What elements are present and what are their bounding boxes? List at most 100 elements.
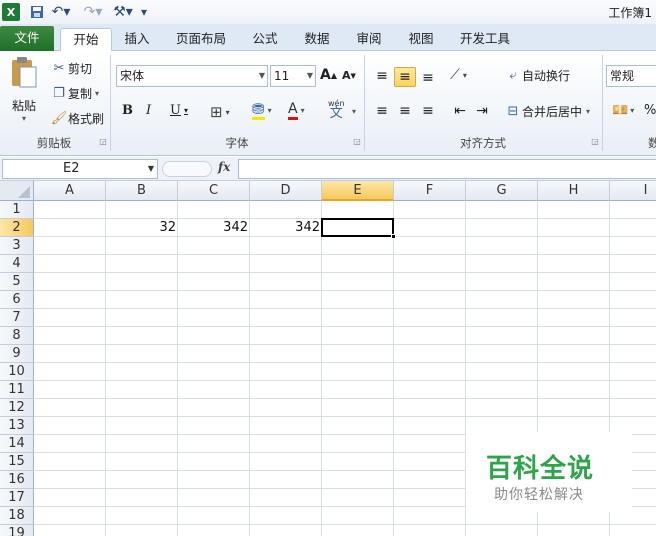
row-header[interactable]: 13	[0, 417, 34, 435]
wrap-text-button[interactable]: ⤶ 自动换行	[504, 67, 570, 84]
customize-qat-button[interactable]: ▾	[138, 3, 150, 21]
text-orientation-icon: ⟋	[450, 67, 460, 83]
phonetic-button[interactable]: wén 文	[328, 99, 345, 120]
select-all-button[interactable]	[0, 181, 34, 201]
tab-page-layout[interactable]: 页面布局	[170, 28, 232, 51]
gridline-horizontal	[34, 254, 656, 255]
column-header[interactable]: A	[34, 181, 106, 201]
column-header[interactable]: B	[106, 181, 178, 201]
alignment-launcher-icon[interactable]: ◲	[590, 137, 600, 147]
column-header[interactable]: H	[538, 181, 610, 201]
tab-view[interactable]: 视图	[402, 28, 440, 51]
tab-data[interactable]: 数据	[298, 28, 336, 51]
row-header[interactable]: 17	[0, 489, 34, 507]
row-header[interactable]: 12	[0, 399, 34, 417]
watermark-subtitle: 助你轻松解决	[494, 487, 584, 503]
orientation-button[interactable]: ⟋ ▾	[450, 67, 467, 83]
tab-home[interactable]: 开始	[60, 28, 112, 52]
row-header[interactable]: 9	[0, 345, 34, 363]
insert-function-button[interactable]: fx	[218, 160, 230, 174]
column-header[interactable]: E	[322, 181, 394, 201]
align-middle-icon[interactable]: ≡	[394, 67, 416, 87]
font-group-label: 字体	[225, 136, 249, 150]
gridline-horizontal	[34, 524, 656, 525]
font-size-dropdown-icon: ▼	[306, 71, 313, 80]
gridline-vertical	[105, 201, 106, 536]
tab-file[interactable]: 文件	[0, 26, 54, 51]
row-header[interactable]: 1	[0, 201, 34, 219]
tools-icon[interactable]: ⚒▾	[112, 3, 134, 21]
formula-input[interactable]	[238, 159, 656, 179]
row-header[interactable]: 11	[0, 381, 34, 399]
shrink-font-button[interactable]: A ▼	[342, 69, 356, 82]
row-header[interactable]: 5	[0, 273, 34, 291]
align-bottom-icon[interactable]: ≡	[418, 69, 438, 87]
row-header[interactable]: 8	[0, 327, 34, 345]
row-header[interactable]: 4	[0, 255, 34, 273]
align-left-icon[interactable]: ≡	[372, 103, 392, 119]
font-color-label: A	[288, 101, 298, 120]
format-painter-button[interactable]: 🖌 格式刷	[50, 109, 104, 127]
number-format-select[interactable]: 常规	[606, 65, 656, 87]
merge-center-button[interactable]: ⊟ 合并后居中 ▾	[504, 103, 590, 120]
underline-button[interactable]: U ▾	[170, 103, 188, 118]
tab-formulas[interactable]: 公式	[246, 28, 284, 51]
row-header[interactable]: 2	[0, 219, 34, 237]
tab-insert[interactable]: 插入	[118, 28, 156, 51]
formula-bar-splitter[interactable]	[162, 161, 212, 177]
copy-button[interactable]: ❐ 复制 ▾	[50, 84, 99, 102]
font-launcher-icon[interactable]: ◲	[352, 137, 362, 147]
font-color-button[interactable]: A ▾	[288, 101, 305, 120]
decrease-indent-icon[interactable]: ⇤	[450, 103, 470, 119]
accounting-format-button[interactable]: 💴 ▾	[612, 103, 634, 118]
grow-font-button[interactable]: A ▲	[320, 67, 337, 83]
font-name-select[interactable]: 宋体 ▼	[116, 65, 268, 87]
paste-button[interactable]: 粘贴 ▾	[6, 55, 42, 131]
redo-icon[interactable]: ↷▾	[82, 3, 104, 21]
number-format-value: 常规	[610, 69, 635, 83]
row-header[interactable]: 10	[0, 363, 34, 381]
underline-dropdown-icon: ▾	[183, 106, 188, 115]
wrap-text-icon: ⤶	[509, 68, 517, 83]
phonetic-dropdown-icon[interactable]: ▾	[352, 107, 356, 116]
column-header[interactable]: C	[178, 181, 250, 201]
tab-developer[interactable]: 开发工具	[454, 28, 516, 51]
column-header[interactable]: F	[394, 181, 466, 201]
tab-review[interactable]: 审阅	[350, 28, 388, 51]
row-header[interactable]: 19	[0, 525, 34, 536]
undo-icon[interactable]: ↶▾	[50, 3, 72, 21]
excel-logo-icon[interactable]: X	[2, 3, 20, 21]
fill-color-button[interactable]: ⛃ ▾	[252, 101, 272, 120]
name-box[interactable]: E2 ▼	[2, 159, 158, 179]
gridline-vertical	[321, 201, 322, 536]
increase-indent-icon[interactable]: ⇥	[472, 103, 492, 119]
active-cell-border[interactable]	[321, 218, 394, 237]
alignment-group-label: 对齐方式	[460, 136, 506, 150]
fill-handle[interactable]	[391, 234, 396, 239]
cell-c2[interactable]: 342	[178, 219, 250, 237]
percent-button[interactable]: %	[644, 103, 656, 118]
row-header[interactable]: 14	[0, 435, 34, 453]
row-header[interactable]: 16	[0, 471, 34, 489]
title-bar: X ↶▾ ↷▾ ⚒▾ ▾ 工作簿1	[0, 0, 656, 24]
align-right-icon[interactable]: ≡	[418, 103, 438, 119]
cell-b2[interactable]: 32	[106, 219, 178, 237]
row-header[interactable]: 15	[0, 453, 34, 471]
italic-button[interactable]: I	[146, 103, 151, 118]
align-center-icon[interactable]: ≡	[395, 103, 415, 119]
clipboard-launcher-icon[interactable]: ◲	[98, 137, 108, 147]
row-header[interactable]: 18	[0, 507, 34, 525]
font-size-select[interactable]: 11 ▼	[270, 65, 316, 87]
align-top-icon[interactable]: ≡	[372, 67, 392, 85]
cell-d2[interactable]: 342	[250, 219, 322, 237]
column-header[interactable]: G	[466, 181, 538, 201]
row-header[interactable]: 3	[0, 237, 34, 255]
column-header[interactable]: D	[250, 181, 322, 201]
save-icon[interactable]	[28, 3, 46, 21]
borders-button[interactable]: ⊞ ▾	[210, 103, 230, 121]
cut-button[interactable]: ✂ 剪切	[50, 59, 92, 77]
row-header[interactable]: 6	[0, 291, 34, 309]
bold-button[interactable]: B	[122, 103, 133, 118]
column-header[interactable]: I	[610, 181, 656, 201]
row-header[interactable]: 7	[0, 309, 34, 327]
